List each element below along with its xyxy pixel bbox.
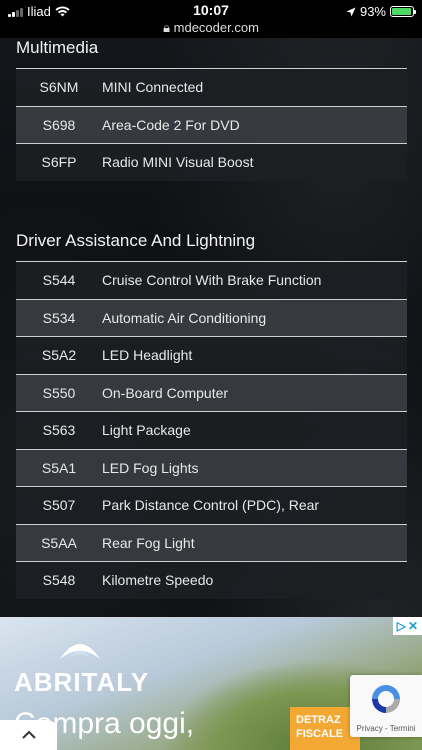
battery-fill [392, 8, 411, 15]
table-row: S5A1 LED Fog Lights [16, 448, 407, 486]
url-text: mdecoder.com [173, 20, 259, 35]
option-code: S6NM [39, 79, 79, 96]
option-description: Automatic Air Conditioning [102, 309, 267, 326]
table-row: S507 Park Distance Control (PDC), Rear [16, 486, 407, 524]
table-row: S698 Area-Code 2 For DVD [16, 105, 407, 143]
table-row: S563 Light Package [16, 411, 407, 449]
section-title-driver-assistance: Driver Assistance And Lightning [16, 231, 256, 250]
table-row: S5AA Rear Fog Light [16, 523, 407, 561]
status-bar: Iliad 10:07 🔒︎ mdecoder.com 93% [0, 0, 422, 38]
table-row: S6FP Radio MINI Visual Boost [16, 143, 407, 181]
table-row: S534 Automatic Air Conditioning [16, 298, 407, 336]
option-description: Area-Code 2 For DVD [102, 116, 240, 133]
collapse-ad-button[interactable] [0, 720, 57, 750]
option-description: LED Headlight [102, 347, 193, 364]
option-code: S563 [42, 422, 76, 439]
option-code: S507 [42, 497, 76, 514]
address-bar[interactable]: 🔒︎ mdecoder.com [0, 20, 422, 36]
option-code: S698 [42, 116, 76, 133]
battery-percent: 93% [359, 4, 386, 19]
option-code: S534 [42, 309, 76, 326]
ad-choices-close[interactable]: ▷ ✕ [392, 617, 422, 635]
option-description: Radio MINI Visual Boost [102, 154, 254, 171]
option-code: S5AA [41, 534, 77, 551]
section-title-multimedia: Multimedia [16, 38, 99, 57]
ad-badge-line: FISCALE [296, 728, 344, 740]
option-description: LED Fog Lights [102, 459, 199, 476]
ad-choices-icon[interactable]: ▷ [397, 619, 406, 633]
table-row: S548 Kilometre Speedo [16, 561, 407, 599]
option-code: S550 [42, 384, 76, 401]
ad-brand-name: ABRITALY [14, 667, 150, 697]
table-row: S544 Cruise Control With Brake Function [16, 261, 407, 299]
chevron-up-icon [21, 730, 36, 739]
option-description: Rear Fog Light [102, 534, 195, 551]
option-code: S544 [42, 272, 76, 289]
table-row: S550 On-Board Computer [16, 373, 407, 411]
option-description: On-Board Computer [102, 384, 229, 401]
status-right: 93% [346, 4, 416, 19]
options-table-driver-assistance: S544 Cruise Control With Brake Function … [16, 261, 407, 599]
option-description: Cruise Control With Brake Function [102, 272, 322, 289]
option-description: Kilometre Speedo [102, 572, 214, 589]
option-code: S5A1 [41, 459, 77, 476]
brand-logo-icon [60, 644, 100, 659]
close-icon[interactable]: ✕ [408, 619, 418, 633]
table-row: S6NM MINI Connected [16, 68, 407, 106]
option-description: MINI Connected [102, 79, 204, 96]
recaptcha-terms-link[interactable]: Privacy - Termini [350, 724, 422, 733]
battery-icon [390, 6, 416, 17]
ad-badge-line: DETRAZ [296, 714, 341, 726]
lock-icon: 🔒︎ [163, 20, 171, 35]
location-arrow-icon [346, 7, 356, 16]
recaptcha-icon [372, 685, 400, 713]
option-description: Light Package [102, 422, 191, 439]
option-code: S548 [42, 572, 76, 589]
option-description: Park Distance Control (PDC), Rear [102, 497, 320, 514]
option-code: S5A2 [41, 347, 77, 364]
table-row: S5A2 LED Headlight [16, 336, 407, 374]
option-code: S6FP [41, 154, 77, 171]
recaptcha-badge[interactable]: Privacy - Termini [350, 675, 422, 737]
options-table-multimedia: S6NM MINI Connected S698 Area-Code 2 For… [16, 68, 407, 181]
